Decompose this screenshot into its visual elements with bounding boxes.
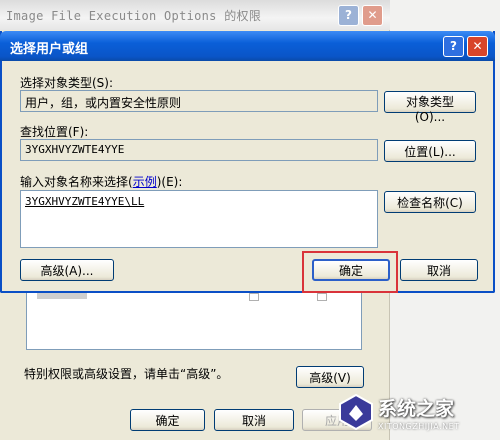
cancel-button[interactable]: 取消	[400, 259, 478, 281]
advanced-hint-text: 特别权限或高级设置，请单击“高级”。	[24, 367, 229, 381]
location-field: 3YGXHVYZWTE4YYE	[20, 139, 378, 161]
back-advanced-button[interactable]: 高级(V)	[296, 366, 364, 388]
locations-button[interactable]: 位置(L)...	[384, 140, 476, 162]
dialog-help-button[interactable]: ?	[443, 36, 464, 57]
back-window-titlebar: Image File Execution Options 的权限 ? ✕	[0, 0, 390, 30]
watermark: 系统之家 XITONGZHIJIA.NET	[338, 392, 498, 438]
object-names-label-suffix: (E):	[161, 175, 183, 189]
permission-checkbox[interactable]	[249, 293, 259, 301]
back-help-button[interactable]: ?	[338, 5, 359, 26]
dialog-titlebar: 选择用户或组 ? ✕	[0, 31, 495, 61]
object-names-value: 3YGXHVYZWTE4YYE\LL	[25, 195, 145, 208]
permission-checkbox[interactable]	[317, 293, 327, 301]
object-types-button[interactable]: 对象类型(O)...	[384, 91, 476, 124]
close-icon: ✕	[367, 8, 378, 22]
object-names-label: 输入对象名称来选择(示例)(E):	[20, 175, 183, 189]
dialog-close-button[interactable]: ✕	[467, 36, 488, 57]
dialog-title: 选择用户或组	[10, 42, 89, 57]
watermark-brand: 系统之家	[378, 398, 455, 420]
check-names-button[interactable]: 检查名称(C)	[384, 191, 476, 213]
select-users-dialog: 选择用户或组 ? ✕ 选择对象类型(S): 用户，组，或内置安全性原则 对象类型…	[0, 31, 495, 293]
back-close-button[interactable]: ✕	[362, 5, 383, 26]
close-icon: ✕	[472, 39, 483, 53]
location-label: 查找位置(F):	[20, 125, 89, 139]
permission-row-text	[37, 293, 87, 299]
object-type-field: 用户，组，或内置安全性原则	[20, 90, 378, 112]
back-window-title: Image File Execution Options 的权限	[6, 9, 262, 23]
object-type-label: 选择对象类型(S):	[20, 76, 114, 90]
help-icon: ?	[450, 39, 457, 53]
help-icon: ?	[345, 8, 352, 22]
permissions-list[interactable]	[26, 290, 362, 350]
object-names-input[interactable]: 3YGXHVYZWTE4YYE\LL	[20, 190, 378, 248]
watermark-logo-icon	[339, 394, 373, 430]
ok-button[interactable]: 确定	[312, 259, 390, 281]
advanced-button[interactable]: 高级(A)...	[20, 259, 114, 281]
back-cancel-button[interactable]: 取消	[214, 409, 294, 431]
object-names-label-text: 输入对象名称来选择	[20, 175, 129, 189]
back-ok-button[interactable]: 确定	[130, 409, 205, 431]
examples-link[interactable]: 示例	[133, 175, 157, 189]
watermark-url: XITONGZHIJIA.NET	[378, 422, 460, 431]
